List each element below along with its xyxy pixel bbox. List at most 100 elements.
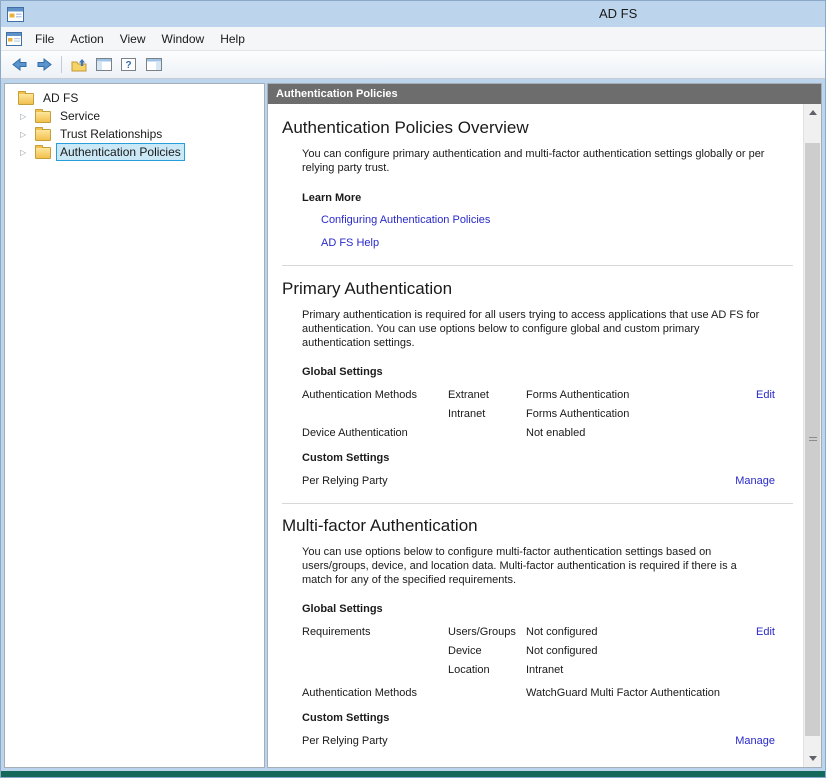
menu-window[interactable]: Window: [154, 27, 213, 50]
svg-text:?: ?: [125, 60, 131, 71]
menu-view[interactable]: View: [112, 27, 154, 50]
chevron-right-icon[interactable]: ▷: [18, 148, 35, 157]
primary-edit-link[interactable]: Edit: [756, 389, 775, 401]
forward-button[interactable]: [32, 53, 57, 77]
menu-action[interactable]: Action: [62, 27, 111, 50]
table-row: Authentication Methods WatchGuard Multi …: [268, 683, 803, 702]
setting-label: Requirements: [302, 626, 448, 638]
tree-item-label: Service: [56, 107, 104, 125]
table-row: Location Intranet: [268, 660, 803, 679]
mfa-custom-settings-label: Custom Settings: [302, 712, 803, 724]
overview-description: You can configure primary authentication…: [302, 147, 765, 175]
details-pane-header: Authentication Policies: [268, 84, 821, 104]
tree-item-authentication-policies[interactable]: ▷ Authentication Policies: [5, 143, 264, 161]
primary-authentication-title: Primary Authentication: [282, 279, 803, 299]
section-divider: [282, 503, 793, 504]
setting-label: Per Relying Party: [302, 475, 448, 487]
tree-item-service[interactable]: ▷ Service: [5, 107, 264, 125]
setting-value: Not configured: [526, 626, 756, 638]
setting-key: Location: [448, 664, 526, 676]
adfs-console-window: AD FS File Action View Window Help: [0, 0, 826, 778]
tree-item-trust-relationships[interactable]: ▷ Trust Relationships: [5, 125, 264, 143]
configuring-authentication-policies-link[interactable]: Configuring Authentication Policies: [321, 214, 490, 226]
console-tree-pane: AD FS ▷ Service ▷ Trust Relationships ▷ …: [4, 83, 265, 768]
details-content: Authentication Policies Overview You can…: [268, 104, 803, 767]
table-row: Per Relying Party Manage: [268, 731, 803, 750]
tree-item-label: AD FS: [39, 89, 82, 107]
mfa-title: Multi-factor Authentication: [282, 516, 803, 536]
mfa-manage-link[interactable]: Manage: [735, 735, 775, 747]
scrollbar-thumb[interactable]: [805, 143, 820, 736]
folder-up-icon: [71, 58, 87, 72]
menu-help[interactable]: Help: [212, 27, 253, 50]
action-pane-panes-icon: [146, 58, 162, 71]
action-pane-toggle-button[interactable]: [141, 53, 166, 77]
setting-label: Authentication Methods: [302, 389, 448, 401]
table-row: Per Relying Party Manage: [268, 471, 803, 490]
table-row: Device Authentication Not enabled: [268, 423, 803, 442]
main-area: AD FS ▷ Service ▷ Trust Relationships ▷ …: [1, 79, 825, 771]
mmc-app-icon: [7, 7, 24, 22]
tree-item-ad-fs[interactable]: AD FS: [5, 89, 264, 107]
setting-key: Extranet: [448, 389, 526, 401]
table-row: Authentication Methods Extranet Forms Au…: [268, 385, 803, 404]
section-divider: [282, 265, 793, 266]
arrow-up-icon: [809, 110, 817, 115]
setting-value: Not enabled: [526, 427, 775, 439]
tree-item-label: Authentication Policies: [56, 143, 185, 161]
setting-value: Not configured: [526, 645, 775, 657]
help-button[interactable]: ?: [116, 53, 141, 77]
setting-key: Intranet: [448, 408, 526, 420]
scroll-up-button[interactable]: [804, 104, 821, 121]
primary-manage-link[interactable]: Manage: [735, 475, 775, 487]
learn-more-label: Learn More: [302, 192, 803, 204]
folder-icon: [18, 93, 34, 105]
primary-global-settings-table: Authentication Methods Extranet Forms Au…: [268, 385, 803, 442]
folder-icon: [35, 147, 51, 159]
primary-custom-settings-label: Custom Settings: [302, 452, 803, 464]
table-row: Requirements Users/Groups Not configured…: [268, 622, 803, 641]
tree-item-label: Trust Relationships: [56, 125, 166, 143]
setting-label: Per Relying Party: [302, 735, 448, 747]
mfa-global-settings-label: Global Settings: [302, 603, 803, 615]
scrollbar-track[interactable]: [804, 121, 821, 750]
mfa-description: You can use options below to configure m…: [302, 545, 765, 587]
console-window-icon: [6, 32, 22, 46]
arrow-down-icon: [809, 756, 817, 761]
up-one-level-button[interactable]: [66, 53, 91, 77]
desktop-edge-strip: [1, 771, 825, 777]
toolbar-separator: [61, 56, 62, 73]
setting-value: WatchGuard Multi Factor Authentication: [526, 687, 775, 699]
vertical-scrollbar[interactable]: [803, 104, 821, 767]
setting-value: Forms Authentication: [526, 408, 775, 420]
mfa-edit-link[interactable]: Edit: [756, 626, 775, 638]
setting-value: Forms Authentication: [526, 389, 756, 401]
primary-authentication-description: Primary authentication is required for a…: [302, 308, 765, 350]
forward-icon: [37, 58, 52, 71]
menubar: File Action View Window Help: [1, 27, 825, 51]
details-pane: Authentication Policies Authentication P…: [267, 83, 822, 768]
menu-file[interactable]: File: [27, 27, 62, 50]
table-row: Device Not configured: [268, 641, 803, 660]
scroll-down-button[interactable]: [804, 750, 821, 767]
chevron-right-icon[interactable]: ▷: [18, 112, 35, 121]
setting-label: Authentication Methods: [302, 687, 448, 699]
back-button[interactable]: [7, 53, 32, 77]
overview-title: Authentication Policies Overview: [282, 118, 803, 138]
chevron-right-icon[interactable]: ▷: [18, 130, 35, 139]
setting-key: Device: [448, 645, 526, 657]
window-title: AD FS: [599, 1, 637, 27]
toolbar: ?: [1, 51, 825, 79]
titlebar[interactable]: AD FS: [1, 1, 825, 27]
mfa-custom-settings-table: Per Relying Party Manage: [268, 731, 803, 750]
mfa-global-settings-table: Requirements Users/Groups Not configured…: [268, 622, 803, 702]
setting-value: Intranet: [526, 664, 775, 676]
folder-icon: [35, 129, 51, 141]
console-tree-toggle-button[interactable]: [91, 53, 116, 77]
setting-key: Users/Groups: [448, 626, 526, 638]
folder-icon: [35, 111, 51, 123]
table-row: Intranet Forms Authentication: [268, 404, 803, 423]
ad-fs-help-link[interactable]: AD FS Help: [321, 237, 379, 249]
primary-custom-settings-table: Per Relying Party Manage: [268, 471, 803, 490]
console-tree-panes-icon: [96, 58, 112, 71]
